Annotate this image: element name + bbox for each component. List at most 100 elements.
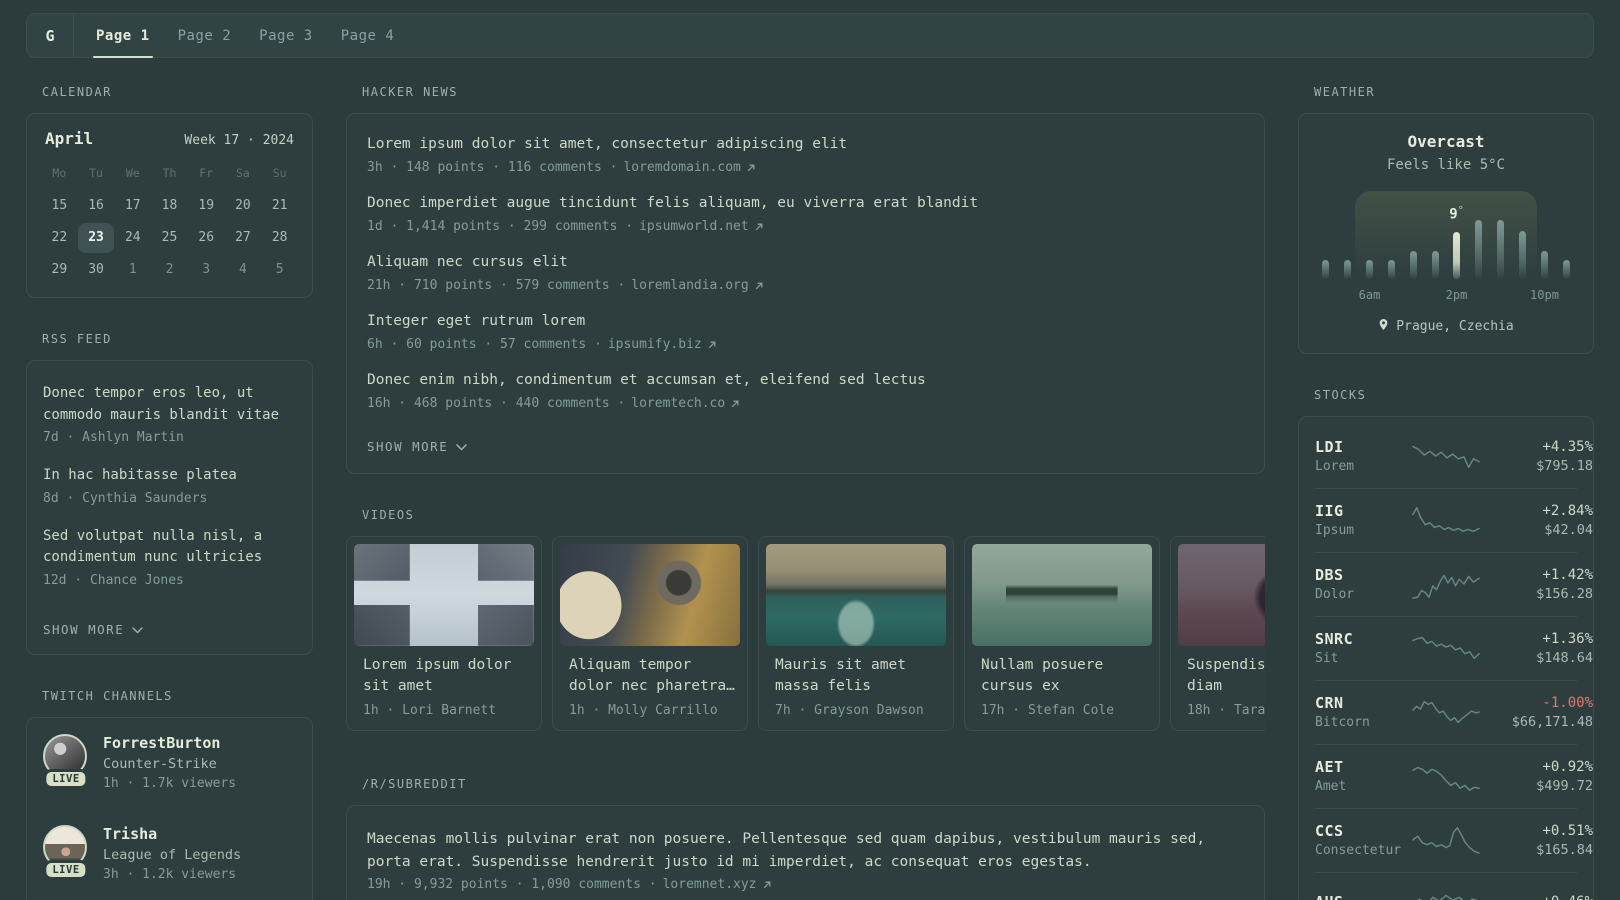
- calendar-day: 3: [202, 262, 211, 277]
- hackernews-item-title[interactable]: Aliquam nec cursus elit: [367, 252, 1244, 273]
- stock-row[interactable]: CCS Consectetur +0.51% $165.84: [1315, 808, 1593, 872]
- rss-item: In hac habitasse platea 8d · Cynthia Sau…: [43, 465, 296, 509]
- hackernews-item-title[interactable]: Donec imperdiet augue tincidunt felis al…: [367, 193, 1244, 214]
- stock-change: +0.51%: [1542, 822, 1593, 839]
- weather-bar: [1562, 260, 1570, 279]
- right-column: WEATHER Overcast Feels like 5°C 9° 6am 2p…: [1298, 85, 1594, 900]
- videos-row: Lorem ipsum dolor sit amet consectetu… 1…: [346, 536, 1265, 731]
- live-badge: LIVE: [46, 862, 86, 877]
- twitch-channel-name[interactable]: Trisha: [103, 825, 241, 843]
- nav-page-1[interactable]: Page 1: [82, 14, 164, 58]
- hackernews-item-title[interactable]: Integer eget rutrum lorem: [367, 311, 1244, 332]
- rss-item-title[interactable]: Donec tempor eros leo, ut commodo mauris…: [43, 383, 296, 426]
- weather-bar: [1365, 260, 1373, 279]
- hackernews-item-domain[interactable]: loremlandia.org: [631, 276, 748, 295]
- hackernews-section: HACKER NEWS Lorem ipsum dolor sit amet, …: [346, 85, 1265, 474]
- stock-sparkline: [1409, 567, 1483, 601]
- hackernews-item-domain[interactable]: loremtech.co: [631, 394, 725, 413]
- weather-bar: [1409, 251, 1417, 279]
- stock-symbol: LDI: [1315, 438, 1344, 456]
- video-thumbnail[interactable]: [354, 544, 534, 646]
- twitch-channel-game[interactable]: League of Legends: [103, 847, 241, 863]
- rss-show-more-button[interactable]: SHOW MORE: [43, 622, 143, 637]
- video-thumbnail[interactable]: [1178, 544, 1265, 646]
- nav-page-2[interactable]: Page 2: [164, 14, 246, 57]
- video-thumbnail[interactable]: [766, 544, 946, 646]
- nav-page-3[interactable]: Page 3: [245, 14, 327, 57]
- app-logo[interactable]: G: [27, 14, 74, 57]
- hackernews-item: Aliquam nec cursus elit 21h · 710 points…: [367, 252, 1244, 295]
- video-title[interactable]: Nullam posuere cursus ex: [981, 655, 1147, 697]
- external-link-icon: [746, 163, 756, 173]
- video-title[interactable]: Aliquam tempor dolor nec pharetra…: [569, 655, 735, 697]
- hackernews-item-title[interactable]: Lorem ipsum dolor sit amet, consectetur …: [367, 134, 1244, 155]
- weather-time-label: 2pm: [1445, 288, 1468, 302]
- stock-row[interactable]: LDI Lorem +4.35% $795.18: [1315, 425, 1593, 488]
- calendar-day: 30: [88, 262, 104, 277]
- stock-row[interactable]: CRN Bitcorn -1.00% $66,171.48: [1315, 680, 1593, 744]
- calendar-day: 17: [124, 198, 141, 213]
- video-title[interactable]: Mauris sit amet massa felis: [775, 655, 941, 697]
- stock-row[interactable]: DBS Dolor +1.42% $156.28: [1315, 552, 1593, 616]
- middle-column: HACKER NEWS Lorem ipsum dolor sit amet, …: [346, 85, 1265, 900]
- stock-row[interactable]: SNRC Sit +1.36% $148.64: [1315, 616, 1593, 680]
- stock-row[interactable]: IIG Ipsum +2.84% $42.04: [1315, 488, 1593, 552]
- hackernews-item-meta: 1d · 1,414 points · 299 comments · ipsum…: [367, 217, 1244, 236]
- hackernews-item-title[interactable]: Donec enim nibh, condimentum et accumsan…: [367, 370, 1244, 391]
- calendar-day-selected: 23: [77, 223, 115, 253]
- twitch-avatar[interactable]: LIVE: [43, 824, 89, 877]
- calendar-section: CALENDAR April Week 17 · 2024 Mo Tu We Th Fr…: [26, 85, 313, 298]
- hackernews-item: Lorem ipsum dolor sit amet, consectetur …: [367, 134, 1244, 177]
- external-link-icon: [762, 880, 772, 890]
- hackernews-item-domain[interactable]: ipsumify.biz: [608, 335, 702, 354]
- calendar-week-info: Week 17 · 2024: [184, 133, 294, 148]
- video-thumbnail[interactable]: [972, 544, 1152, 646]
- video-title[interactable]: Suspendisse diam: [1187, 655, 1265, 697]
- hackernews-card: Lorem ipsum dolor sit amet, consectetur …: [346, 113, 1265, 474]
- subreddit-post: Maecenas mollis pulvinar erat non posuer…: [367, 828, 1244, 892]
- dashboard: G Page 1 Page 2 Page 3 Page 4 CALENDAR A…: [0, 0, 1620, 900]
- subreddit-card: Maecenas mollis pulvinar erat non posuer…: [346, 805, 1265, 900]
- video-thumbnail[interactable]: [560, 544, 740, 646]
- stock-price: $66,171.48: [1511, 713, 1593, 730]
- calendar-day: 18: [161, 198, 178, 213]
- twitch-channel-game[interactable]: Counter-Strike: [103, 756, 236, 772]
- nav-page-4[interactable]: Page 4: [327, 14, 409, 57]
- stock-change: +0.92%: [1542, 758, 1593, 775]
- stock-change: +0.46%: [1483, 894, 1593, 900]
- stock-name: Lorem: [1315, 459, 1355, 474]
- stock-name: Consectetur: [1315, 843, 1402, 858]
- stock-sparkline: [1409, 823, 1483, 857]
- weather-feels-like: Feels like 5°C: [1386, 157, 1505, 173]
- stock-change: +1.42%: [1542, 566, 1593, 583]
- subreddit-section-label: /R/SUBREDDIT: [362, 777, 467, 791]
- rss-item-title[interactable]: In hac habitasse platea: [43, 465, 296, 487]
- hackernews-show-more-label: SHOW MORE: [367, 439, 449, 454]
- calendar-day: 1: [128, 262, 137, 277]
- hackernews-item: Integer eget rutrum lorem 6h · 60 points…: [367, 311, 1244, 354]
- calendar-day: 20: [235, 198, 251, 213]
- hackernews-item-domain[interactable]: ipsumworld.net: [639, 217, 749, 236]
- subreddit-post-domain[interactable]: loremnet.xyz: [663, 877, 757, 892]
- left-column: CALENDAR April Week 17 · 2024 Mo Tu We Th Fr…: [26, 85, 313, 900]
- stock-price: $156.28: [1536, 585, 1593, 602]
- rss-card: Donec tempor eros leo, ut commodo mauris…: [26, 360, 313, 655]
- subreddit-post-title[interactable]: Maecenas mollis pulvinar erat non posuer…: [367, 828, 1244, 874]
- twitch-channel: LIVE Trisha League of Legends 3h · 1.2k …: [43, 824, 296, 882]
- calendar-day: 27: [235, 230, 251, 245]
- calendar-day: 4: [239, 262, 247, 277]
- weather-bar-current: [1453, 232, 1461, 279]
- weather-card: Overcast Feels like 5°C 9° 6am 2pm 10pm Pr…: [1298, 113, 1594, 354]
- twitch-channel-name[interactable]: ForrestBurton: [103, 734, 236, 752]
- twitch-avatar[interactable]: LIVE: [43, 733, 89, 786]
- hackernews-item-domain[interactable]: loremdomain.com: [623, 158, 740, 177]
- stock-row[interactable]: AHS +0.46%: [1315, 872, 1593, 900]
- calendar-weekday-label: Su: [272, 166, 287, 180]
- weather-daylight-region: [1355, 191, 1537, 279]
- rss-item-title[interactable]: Sed volutpat nulla nisl, a condimentum n…: [43, 526, 296, 569]
- weather-time-label: 6am: [1358, 288, 1381, 302]
- video-title[interactable]: Lorem ipsum dolor sit amet consectetu…: [363, 655, 529, 697]
- stock-row[interactable]: AET Amet +0.92% $499.72: [1315, 744, 1593, 808]
- calendar-weekday-label: Th: [162, 166, 177, 180]
- hackernews-show-more-button[interactable]: SHOW MORE: [367, 439, 467, 454]
